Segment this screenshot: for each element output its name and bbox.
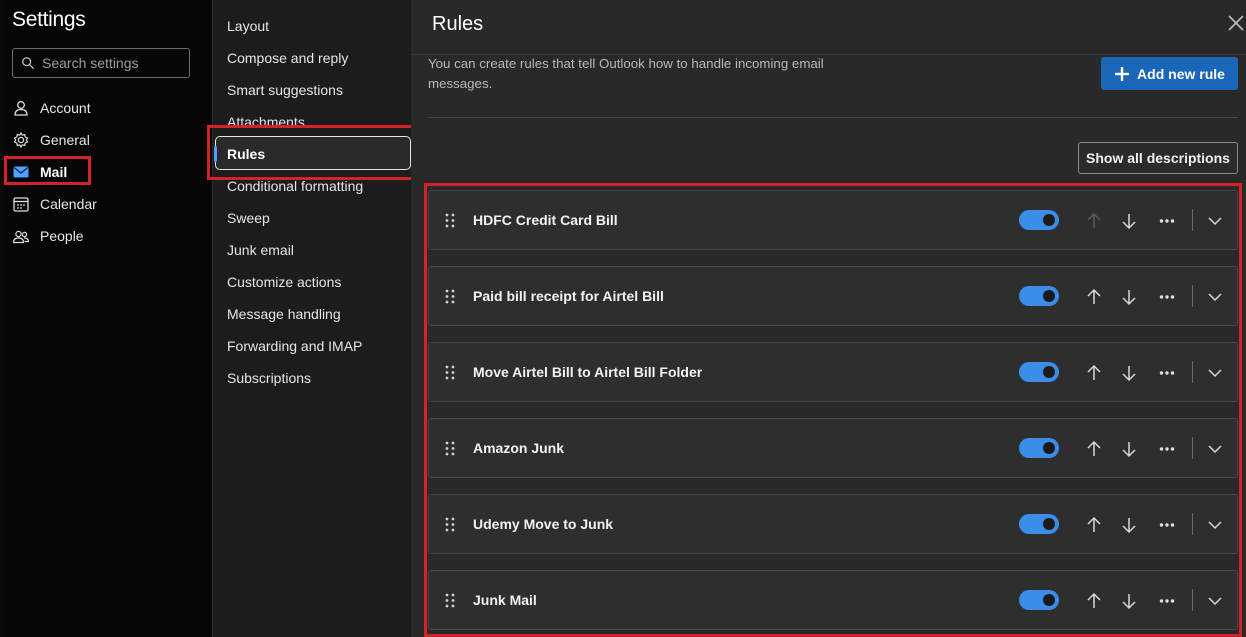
submenu-item-forwarding-and-imap[interactable]: Forwarding and IMAP	[227, 338, 362, 354]
submenu-item-smart-suggestions[interactable]: Smart suggestions	[227, 82, 343, 98]
plus-icon	[1115, 66, 1130, 81]
submenu-item-compose-and-reply[interactable]: Compose and reply	[227, 50, 348, 66]
nav-label: People	[40, 228, 84, 244]
settings-sidebar: Settings Search settings Account General…	[4, 0, 211, 637]
people-icon	[12, 227, 30, 245]
rules-annotation-highlight	[207, 125, 419, 180]
nav-label: Calendar	[40, 196, 97, 212]
close-icon[interactable]	[1227, 14, 1245, 32]
gear-icon	[12, 131, 30, 149]
submenu-item-customize-actions[interactable]: Customize actions	[227, 274, 341, 290]
submenu-item-sweep[interactable]: Sweep	[227, 210, 270, 226]
rules-description: You can create rules that tell Outlook h…	[428, 56, 824, 91]
nav-item-general[interactable]: General	[12, 126, 90, 154]
rules-panel: Rules You can create rules that tell Out…	[411, 0, 1246, 637]
page-title: Rules	[432, 13, 484, 35]
calendar-icon	[12, 195, 30, 213]
search-icon	[22, 57, 35, 70]
search-placeholder: Search settings	[42, 55, 139, 71]
show-all-descriptions-button[interactable]: Show all descriptions	[1078, 142, 1238, 174]
submenu-item-subscriptions[interactable]: Subscriptions	[227, 370, 311, 386]
submenu-item-message-handling[interactable]: Message handling	[227, 306, 341, 322]
settings-title: Settings	[12, 8, 86, 31]
search-settings-input[interactable]: Search settings	[12, 48, 190, 78]
submenu-item-layout[interactable]: Layout	[227, 18, 269, 34]
nav-label: General	[40, 132, 90, 148]
nav-item-account[interactable]: Account	[12, 94, 91, 122]
nav-item-calendar[interactable]: Calendar	[12, 190, 97, 218]
submenu-item-junk-email[interactable]: Junk email	[227, 242, 294, 258]
mail-annotation-highlight	[4, 156, 91, 185]
nav-item-people[interactable]: People	[12, 222, 84, 250]
person-icon	[12, 99, 30, 117]
nav-label: Account	[40, 100, 91, 116]
mail-submenu: Layout Compose and reply Smart suggestio…	[207, 0, 419, 637]
rules-list-annotation-highlight	[424, 183, 1242, 637]
add-new-rule-button[interactable]: Add new rule	[1101, 57, 1238, 90]
add-new-rule-label: Add new rule	[1137, 65, 1225, 82]
submenu-item-conditional-formatting[interactable]: Conditional formatting	[227, 178, 363, 194]
divider	[428, 117, 1238, 118]
